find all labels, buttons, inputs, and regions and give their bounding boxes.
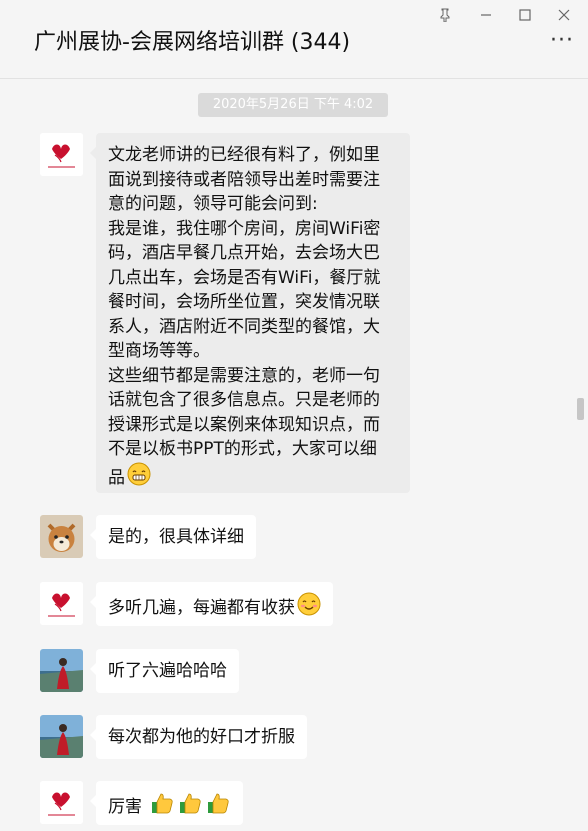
more-options-icon[interactable]: ··· [550, 30, 574, 52]
message-line: 餐时间，会场所坐位置，突发情况联 [108, 292, 380, 312]
scrollbar[interactable] [572, 79, 588, 831]
chat-title: 广州展协-会展网络培训群 (344) [34, 30, 351, 55]
message-line: 品 [108, 462, 398, 494]
pin-icon[interactable] [434, 4, 456, 26]
chat-area: 2020年5月26日 下午 4:02 文龙老师讲的已经很有料了，例如里 面说到接… [0, 79, 572, 831]
dog-avatar[interactable] [40, 515, 83, 558]
message-text: 是的，很具体详细 [108, 527, 244, 547]
message-text: 多听几遍，每遍都有收获 [108, 597, 295, 618]
message-line: 面说到接待或者陪领导出差时需要注 [108, 169, 380, 190]
logo-avatar[interactable] [40, 781, 83, 824]
message-line: 系人，酒店附近不同类型的餐馆，大 [108, 316, 380, 337]
thumbs-up-emoji-icon [205, 791, 231, 823]
title-bar: 广州展协-会展网络培训群 (344) ··· [0, 0, 588, 79]
scrollbar-thumb[interactable] [577, 398, 584, 420]
maximize-icon[interactable] [514, 4, 536, 26]
message-bubble[interactable]: 每次都为他的好口才折服 [90, 715, 307, 759]
message-text: 每次都为他的好口才折服 [108, 727, 295, 747]
smile-emoji-icon [297, 592, 321, 624]
message-line: 文龙老师讲的已经很有料了，例如里 [108, 145, 380, 165]
message-line: 码，酒店早餐几点开始，去会场大巴 [108, 243, 380, 263]
message-line: 意的问题，领导可能会问到: [108, 194, 318, 214]
close-icon[interactable] [553, 4, 575, 26]
message-line: 型商场等等。 [108, 341, 210, 361]
message-line: 话就包含了很多信息点。只是老师的 [108, 390, 380, 410]
logo-avatar[interactable] [40, 133, 83, 176]
person-avatar[interactable] [40, 715, 83, 758]
message-timestamp: 2020年5月26日 下午 4:02 [198, 93, 388, 117]
message-line: 几点出车，会场是否有WiFi，餐厅就 [108, 267, 381, 288]
message-bubble[interactable]: 多听几遍，每遍都有收获 [90, 582, 333, 626]
message-line: 我是谁，我住哪个房间，房间WiFi密 [108, 218, 381, 239]
logo-avatar[interactable] [40, 582, 83, 625]
thumbs-up-emoji-icon [177, 791, 203, 823]
grin-emoji-icon [127, 462, 151, 494]
message-text: 品 [108, 467, 125, 488]
person-avatar[interactable] [40, 649, 83, 692]
message-text: 厉害 [108, 796, 142, 817]
message-bubble[interactable]: 听了六遍哈哈哈 [90, 649, 239, 693]
message-line: 这些细节都是需要注意的，老师一句 [108, 365, 380, 386]
thumbs-up-emoji-icon [149, 791, 175, 823]
message-line: 授课形式是以案例来体现知识点，而 [108, 414, 380, 435]
minimize-icon[interactable] [475, 4, 497, 26]
message-bubble[interactable]: 是的，很具体详细 [90, 515, 256, 559]
message-text: 听了六遍哈哈哈 [108, 661, 227, 681]
message-bubble[interactable]: 厉害 [89, 781, 244, 825]
message-line: 不是以板书PPT的形式，大家可以细 [108, 439, 377, 459]
message-bubble[interactable]: 文龙老师讲的已经很有料了，例如里 面说到接待或者陪领导出差时需要注 意的问题，领… [90, 133, 410, 494]
